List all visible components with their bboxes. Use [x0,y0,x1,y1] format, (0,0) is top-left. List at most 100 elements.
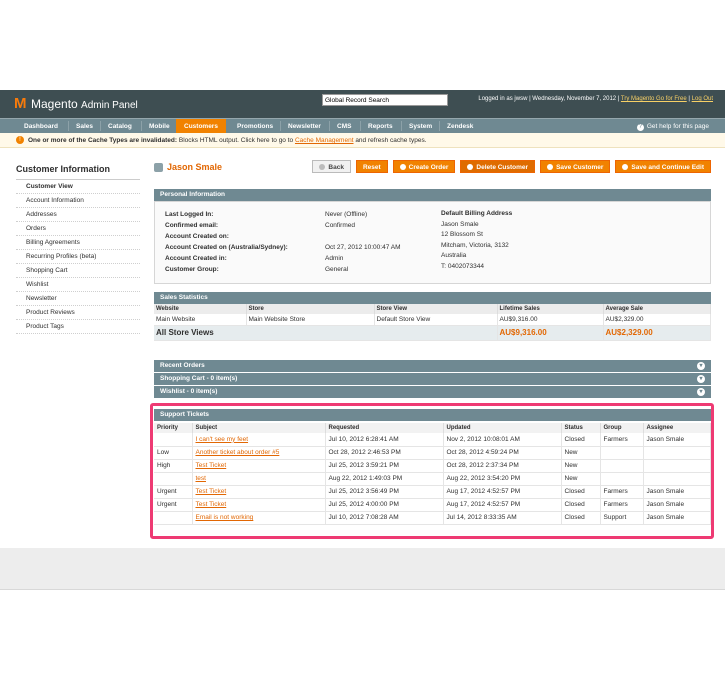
col-lifetime-sales: Lifetime Sales [497,304,604,314]
shopping-cart-section[interactable]: Shopping Cart - 0 item(s) ▾ [154,373,711,385]
col-updated: Updated [443,423,562,433]
delete-customer-button[interactable]: Delete Customer [460,160,536,173]
reset-button[interactable]: Reset [355,160,388,173]
back-button[interactable]: Back [312,160,351,173]
ticket-subject-link[interactable]: Test Ticket [196,488,227,495]
billing-line: Jason Smale [441,220,479,228]
nav-catalog[interactable]: Catalog [100,119,140,134]
personal-info-panel: Last Logged In: Never (Offline) Confirme… [154,201,711,284]
col-priority: Priority [154,423,193,433]
pi-label-confirmed: Confirmed email: [165,222,219,229]
col-subject: Subject [192,423,326,433]
billing-line: T: 0402073344 [441,262,485,270]
magento-customer-page: M Magento Admin Panel Logged in as jwsw … [0,0,725,680]
global-search-input[interactable] [322,94,448,106]
col-status: Status [561,423,601,433]
pi-value-confirmed: Confirmed [325,222,355,229]
table-row: High Test Ticket Jul 25, 2012 3:59:21 PM… [154,459,711,473]
col-website: Website [154,304,247,314]
sidebar-item-orders[interactable]: Orders [16,222,140,236]
expand-icon[interactable]: ▾ [697,375,705,383]
pi-label-created-in: Account Created in: [165,255,227,262]
action-buttons: Back Reset Create Order Delete Customer … [312,160,711,173]
nav-reports[interactable]: Reports [360,119,401,134]
sidebar-item-account-information[interactable]: Account Information [16,194,140,208]
page-title: Jason Smale [154,162,222,172]
logged-in-info: Logged in as jwsw | Wednesday, November … [478,96,620,102]
add-icon [399,163,406,170]
wishlist-section[interactable]: Wishlist - 0 item(s) ▾ [154,386,711,398]
col-store-view: Store View [374,304,498,314]
expand-icon[interactable]: ▾ [697,362,705,370]
nav-dashboard[interactable]: Dashboard [16,119,66,134]
logout-link[interactable]: Log Out [692,96,713,102]
table-row: test Aug 22, 2012 1:49:03 PM Aug 22, 201… [154,472,711,486]
user-icon [154,162,163,172]
magento-logo[interactable]: M Magento Admin Panel [14,96,138,112]
ticket-subject-link[interactable]: Email is not working [196,514,254,521]
pi-label-group: Customer Group: [165,266,219,273]
main-nav: Dashboard Sales Catalog Mobile Customers… [0,118,725,134]
nav-zendesk[interactable]: Zendesk [439,119,481,134]
billing-line: 12 Blossom St [441,231,483,238]
sidebar-item-wishlist[interactable]: Wishlist [16,278,140,292]
sidebar-item-product-tags[interactable]: Product Tags [16,320,140,334]
ticket-subject-link[interactable]: Test Ticket [196,501,227,508]
table-row: Urgent Test Ticket Jul 25, 2012 4:00:00 … [154,498,711,512]
sidebar-item-billing-agreements[interactable]: Billing Agreements [16,236,140,250]
header-links: Logged in as jwsw | Wednesday, November … [478,96,713,102]
cache-notice: ! One or more of the Cache Types are inva… [0,133,725,148]
sidebar-item-addresses[interactable]: Addresses [16,208,140,222]
sidebar-item-product-reviews[interactable]: Product Reviews [16,306,140,320]
nav-promotions[interactable]: Promotions [229,119,281,134]
nav-customers[interactable]: Customers [176,119,226,134]
sidebar-item-customer-view[interactable]: Customer View [16,180,140,194]
help-icon: ? [636,124,644,131]
nav-system[interactable]: System [401,119,440,134]
expand-icon[interactable]: ▾ [697,388,705,396]
sidebar-item-newsletter[interactable]: Newsletter [16,292,140,306]
delete-icon [467,163,474,170]
nav-sales[interactable]: Sales [68,119,101,134]
cache-management-link[interactable]: Cache Management [295,137,354,144]
logo-brand: Magento [31,97,78,111]
nav-mobile[interactable]: Mobile [141,119,178,134]
save-customer-button[interactable]: Save Customer [540,160,611,173]
totals-row: All Store Views AU$9,316.00 AU$2,329.00 [154,325,711,341]
back-arrow-icon [319,163,326,170]
table-row: Urgent Test Ticket Jul 25, 2012 3:56:49 … [154,485,711,499]
warning-icon: ! [16,136,24,144]
col-assignee: Assignee [643,423,711,433]
ticket-subject-link[interactable]: Another ticket about order #5 [196,449,280,456]
footer-band [0,548,725,590]
magento-logo-icon: M [14,95,27,112]
pi-label-created-sydney: Account Created on (Australia/Sydney): [165,244,288,251]
nav-cms[interactable]: CMS [329,119,359,134]
recent-orders-section[interactable]: Recent Orders ▾ [154,360,711,372]
table-row: I can't see my feet Jul 10, 2012 6:28:41… [154,433,711,447]
pi-value-group: General [325,266,349,273]
save-continue-icon [622,163,629,170]
ticket-subject-link[interactable]: Test Ticket [196,462,227,469]
table-row: Low Another ticket about order #5 Oct 28… [154,446,711,460]
nav-newsletter[interactable]: Newsletter [280,119,329,134]
billing-address: Default Billing Address Jason Smale 12 B… [441,209,512,272]
sidebar-title: Customer Information [16,164,111,174]
ticket-subject-link[interactable]: I can't see my feet [196,436,249,443]
sales-stats-heading: Sales Statistics [154,292,711,304]
col-average-sale: Average Sale [603,304,711,314]
try-magento-link[interactable]: Try Magento Go for Free [621,96,687,102]
create-order-button[interactable]: Create Order [392,160,456,173]
ticket-subject-link[interactable]: test [196,475,206,482]
billing-title: Default Billing Address [441,210,513,217]
sidebar-item-shopping-cart[interactable]: Shopping Cart [16,264,140,278]
pi-value-created-sydney: Oct 27, 2012 10:00:47 AM [325,244,401,251]
support-tickets-heading: Support Tickets [154,409,711,421]
support-tickets-table: Priority Subject Requested Updated Statu… [154,423,711,525]
billing-line: Mitcham, Victoria, 3132 [441,241,509,249]
logo-sub: Admin Panel [81,100,138,111]
billing-line: Australia [441,252,467,259]
save-continue-button[interactable]: Save and Continue Edit [615,160,711,173]
help-link[interactable]: ? Get help for this page [636,119,709,134]
sidebar-item-recurring-profiles[interactable]: Recurring Profiles (beta) [16,250,140,264]
